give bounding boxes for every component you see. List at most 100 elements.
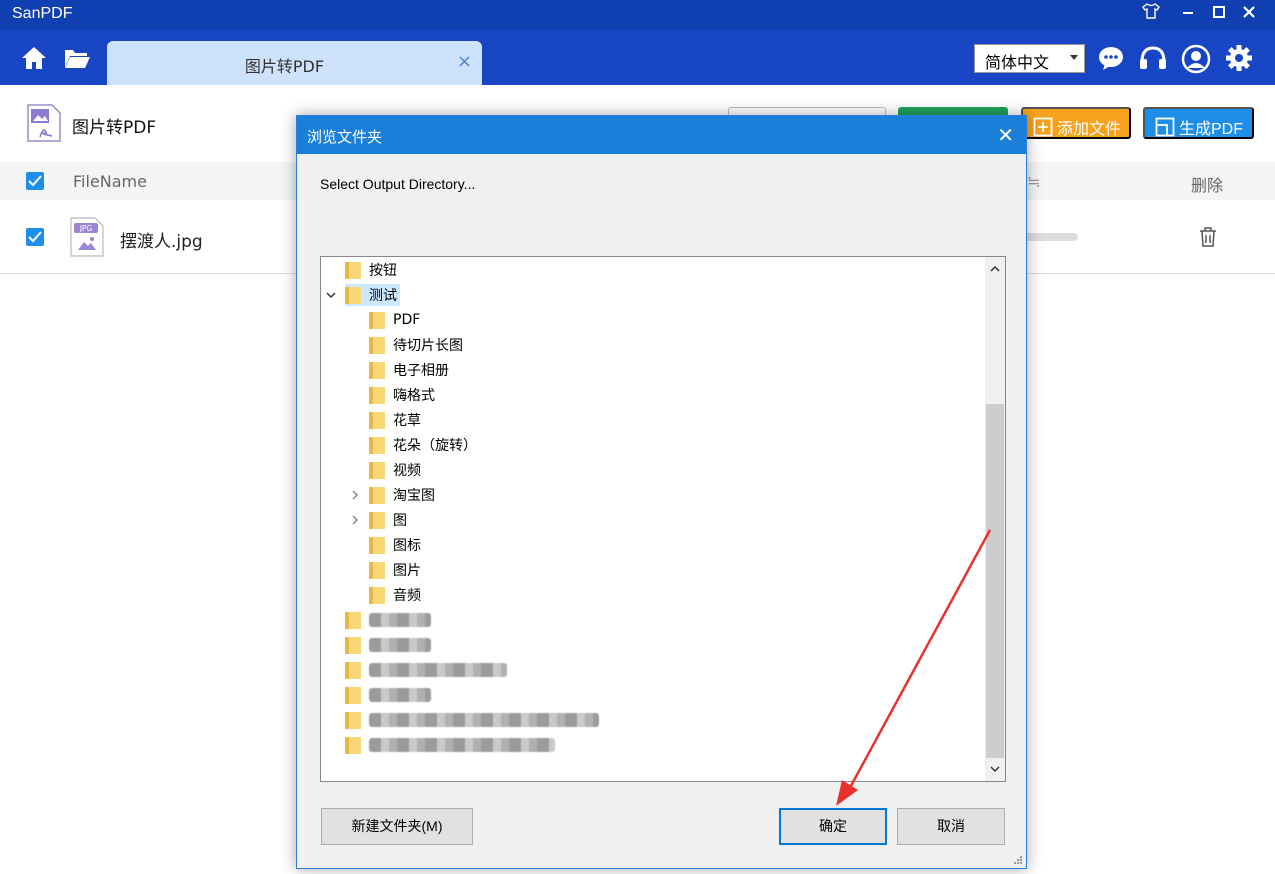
tree-item-label: 待切片长图	[393, 338, 463, 354]
folder-icon	[369, 412, 385, 429]
row-checkbox[interactable]	[26, 228, 44, 246]
redacted-label	[369, 613, 431, 627]
scroll-thumb[interactable]	[986, 404, 1004, 758]
chat-icon[interactable]	[1097, 44, 1125, 72]
folder-open-icon[interactable]	[63, 44, 91, 72]
tab-label: 图片转PDF	[244, 57, 325, 76]
tshirt-icon[interactable]	[1140, 3, 1162, 25]
tree-item-redacted[interactable]	[345, 609, 431, 631]
maximize-icon[interactable]	[1208, 3, 1230, 25]
tree-item-plants[interactable]: 花草	[369, 409, 421, 431]
tab-close-button[interactable]: ×	[457, 51, 472, 72]
title-bar: SanPDF	[0, 0, 1275, 30]
tree-item-label: PDF	[393, 312, 421, 328]
chevron-down-icon[interactable]	[989, 763, 1001, 775]
generate-pdf-button[interactable]: 生成PDF	[1143, 107, 1254, 139]
tree-item-pdf[interactable]: PDF	[369, 309, 420, 331]
folder-icon	[345, 737, 361, 754]
tree-item-label: 电子相册	[393, 363, 449, 379]
document-icon	[1155, 117, 1175, 137]
tree-scrollbar[interactable]	[985, 257, 1005, 781]
progress-bar	[1020, 233, 1078, 241]
folder-icon	[345, 637, 361, 654]
tree-item-buttons[interactable]: 按钮	[345, 259, 397, 281]
folder-icon	[345, 287, 361, 304]
cancel-button[interactable]: 取消	[897, 808, 1005, 845]
column-delete: 删除	[1191, 176, 1224, 195]
chevron-up-icon[interactable]	[989, 263, 1001, 275]
select-all-checkbox[interactable]	[26, 172, 44, 190]
image-pdf-icon	[26, 103, 62, 143]
tree-item-redacted[interactable]	[345, 734, 555, 756]
tree-item-label: 嗨格式	[393, 388, 435, 404]
trash-icon[interactable]	[1198, 226, 1218, 248]
folder-icon	[369, 337, 385, 354]
tree-item-long-image[interactable]: 待切片长图	[369, 334, 463, 356]
tree-item-video[interactable]: 视频	[369, 459, 421, 481]
tree-item-redacted[interactable]	[345, 659, 507, 681]
chevron-down-icon	[1070, 55, 1078, 60]
home-icon[interactable]	[20, 44, 48, 72]
jpg-file-icon: JPG	[70, 217, 104, 257]
dialog-title: 浏览文件夹	[307, 128, 383, 146]
tree-item-test[interactable]: 测试	[345, 284, 400, 306]
folder-icon	[369, 537, 385, 554]
headset-icon[interactable]	[1138, 44, 1166, 72]
folder-icon	[369, 387, 385, 404]
folder-icon	[369, 512, 385, 529]
tree-item-redacted[interactable]	[345, 684, 431, 706]
close-icon[interactable]	[1238, 3, 1260, 25]
svg-text:JPG: JPG	[79, 224, 93, 233]
column-status-partial: ≒	[1027, 172, 1041, 191]
add-file-label: 添加文件	[1057, 121, 1122, 138]
generate-pdf-label: 生成PDF	[1179, 121, 1244, 138]
tree-item-label: 图	[393, 513, 407, 529]
tree-item-taobao[interactable]: 淘宝图	[369, 484, 435, 506]
tree-item-label: 淘宝图	[393, 488, 435, 504]
chevron-right-icon[interactable]	[349, 514, 361, 526]
folder-tree[interactable]: 按钮 测试 PDF 待切片长图 电子相册 嗨格式 花草 花朵（旋转） 视频 淘宝…	[320, 256, 1006, 782]
user-icon[interactable]	[1181, 44, 1211, 74]
tree-item-label: 花朵（旋转）	[393, 438, 477, 454]
gear-icon[interactable]	[1225, 44, 1253, 72]
tree-item-images[interactable]: 图片	[369, 559, 421, 581]
folder-icon	[345, 687, 361, 704]
tree-item-label: 测试	[369, 288, 397, 304]
dialog-description: Select Output Directory...	[320, 176, 476, 192]
nav-bar: 图片转PDF × 简体中文	[0, 30, 1275, 85]
resize-grip-icon[interactable]	[1013, 855, 1023, 865]
folder-icon	[369, 487, 385, 504]
language-value: 简体中文	[985, 53, 1050, 72]
tree-item-redacted[interactable]	[345, 634, 431, 656]
new-folder-button[interactable]: 新建文件夹(M)	[321, 808, 473, 845]
tree-item-pictures[interactable]: 图	[369, 509, 407, 531]
folder-icon	[345, 612, 361, 629]
chevron-right-icon[interactable]	[349, 489, 361, 501]
folder-icon	[369, 587, 385, 604]
add-file-button[interactable]: 添加文件	[1021, 107, 1131, 139]
redacted-label	[369, 738, 555, 752]
folder-icon	[369, 562, 385, 579]
tree-item-icons[interactable]: 图标	[369, 534, 421, 556]
tab-image-to-pdf[interactable]: 图片转PDF ×	[107, 41, 482, 85]
tree-item-label: 图标	[393, 538, 421, 554]
tree-item-label: 图片	[393, 563, 421, 579]
plus-box-icon	[1033, 117, 1053, 137]
dialog-close-button[interactable]: ✕	[997, 123, 1014, 147]
folder-icon	[369, 312, 385, 329]
folder-icon	[345, 712, 361, 729]
tree-item-label: 花草	[393, 413, 421, 429]
minimize-icon[interactable]	[1177, 3, 1199, 25]
page-title: 图片转PDF	[72, 118, 157, 138]
app-title: SanPDF	[12, 5, 73, 22]
tree-item-flowers-rotate[interactable]: 花朵（旋转）	[369, 434, 477, 456]
folder-icon	[369, 462, 385, 479]
ok-button[interactable]: 确定	[779, 808, 887, 845]
chevron-down-icon[interactable]	[325, 289, 337, 301]
tree-item-label: 按钮	[369, 263, 397, 279]
tree-item-audio[interactable]: 音频	[369, 584, 421, 606]
language-select[interactable]: 简体中文	[974, 44, 1085, 73]
tree-item-album[interactable]: 电子相册	[369, 359, 449, 381]
tree-item-hi-format[interactable]: 嗨格式	[369, 384, 435, 406]
tree-item-redacted[interactable]	[345, 709, 599, 731]
